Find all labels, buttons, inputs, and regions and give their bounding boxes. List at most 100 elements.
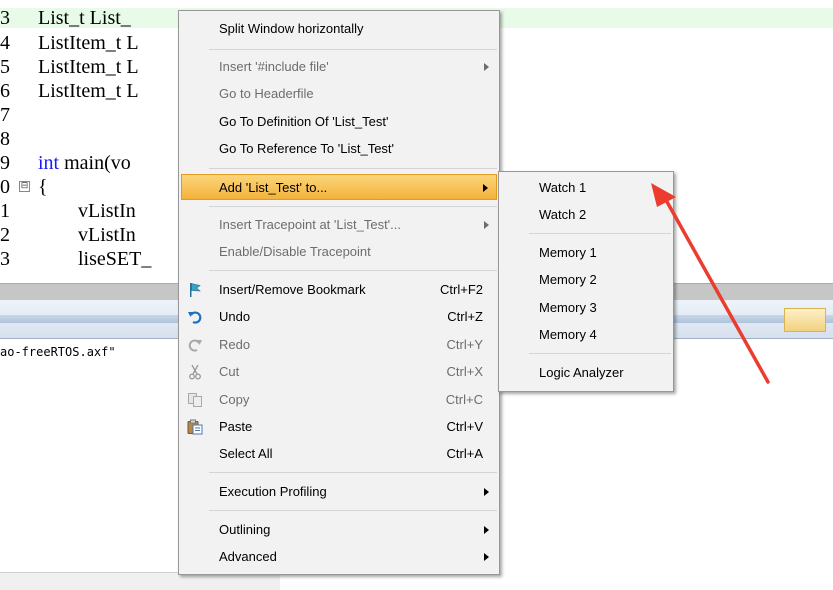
menu-item-shortcut: Ctrl+V xyxy=(446,419,483,434)
line-number: 2 xyxy=(0,224,10,246)
code-text: List_t List_ xyxy=(38,7,131,29)
menu-item-label: Redo xyxy=(219,337,251,352)
submenu-arrow-icon xyxy=(484,221,489,229)
menu-separator xyxy=(529,353,671,354)
menu-item-outlining[interactable]: Outlining xyxy=(181,517,497,543)
bookmark-flag-icon xyxy=(190,283,201,297)
menu-item-label: Watch 2 xyxy=(539,207,587,222)
menu-item-copy[interactable]: Copy Ctrl+C xyxy=(181,387,497,413)
menu-item-paste[interactable]: Paste Ctrl+V xyxy=(181,414,497,440)
menu-item-bookmark[interactable]: Insert/Remove Bookmark Ctrl+F2 xyxy=(181,277,497,303)
menu-item-split-window[interactable]: Split Window horizontally xyxy=(181,16,497,42)
code-text: int main(vo xyxy=(38,153,131,173)
menu-separator xyxy=(529,233,671,234)
menu-item-add-to[interactable]: Add 'List_Test' to... xyxy=(181,174,497,200)
menu-item-cut[interactable]: Cut Ctrl+X xyxy=(181,359,497,385)
menu-item-execution-profiling[interactable]: Execution Profiling xyxy=(181,479,497,505)
line-number: 9 xyxy=(0,152,10,174)
code-text: ListItem_t L xyxy=(38,32,139,54)
clipboard-paste-icon xyxy=(187,419,203,435)
output-text: ao-freeRTOS.axf" xyxy=(0,345,116,359)
menu-item-label: Logic Analyzer xyxy=(539,365,624,380)
menu-separator xyxy=(209,168,497,169)
menu-separator xyxy=(209,472,497,473)
menu-item-select-all[interactable]: Select All Ctrl+A xyxy=(181,441,497,467)
menu-item-label: Watch 1 xyxy=(539,180,587,195)
menu-separator xyxy=(209,206,497,207)
menu-item-goto-headerfile[interactable]: Go to Headerfile xyxy=(181,81,497,107)
menu-item-label: Insert '#include file' xyxy=(219,59,329,74)
menu-item-label: Memory 4 xyxy=(539,327,597,342)
menu-item-label: Memory 1 xyxy=(539,245,597,260)
menu-item-shortcut: Ctrl+Z xyxy=(447,309,483,324)
menu-item-goto-reference[interactable]: Go To Reference To 'List_Test' xyxy=(181,136,497,162)
menu-item-redo[interactable]: Redo Ctrl+Y xyxy=(181,332,497,358)
menu-item-label: Outlining xyxy=(219,522,271,537)
editor-context-menu: Split Window horizontally Insert '#inclu… xyxy=(178,10,500,575)
panel-tab-marker[interactable] xyxy=(784,308,826,332)
menu-item-label: Cut xyxy=(219,364,240,379)
keyword-int: int xyxy=(38,152,60,174)
menu-item-shortcut: Ctrl+F2 xyxy=(440,282,483,297)
menu-item-label: Insert/Remove Bookmark xyxy=(219,282,366,297)
menu-item-label: Add 'List_Test' to... xyxy=(219,180,328,195)
submenu-item-memory-1[interactable]: Memory 1 xyxy=(501,240,671,266)
menu-item-label: Memory 2 xyxy=(539,272,597,287)
submenu-arrow-icon xyxy=(484,526,489,534)
submenu-item-memory-2[interactable]: Memory 2 xyxy=(501,267,671,293)
menu-item-undo[interactable]: Undo Ctrl+Z xyxy=(181,304,497,330)
submenu-arrow-icon xyxy=(484,553,489,561)
menu-item-label: Execution Profiling xyxy=(219,484,327,499)
menu-item-advanced[interactable]: Advanced xyxy=(181,544,497,570)
line-number: 4 xyxy=(0,32,10,54)
submenu-item-memory-3[interactable]: Memory 3 xyxy=(501,295,671,321)
menu-separator xyxy=(209,49,497,50)
menu-item-insert-include[interactable]: Insert '#include file' xyxy=(181,54,497,80)
submenu-item-memory-4[interactable]: Memory 4 xyxy=(501,322,671,348)
code-text: vListIn xyxy=(38,224,136,246)
undo-icon xyxy=(188,311,202,324)
menu-item-shortcut: Ctrl+X xyxy=(446,364,483,379)
menu-item-label: Insert Tracepoint at 'List_Test'... xyxy=(219,217,401,232)
code-text: vListIn xyxy=(38,200,136,222)
line-number: 0 xyxy=(0,176,10,198)
line-number: 6 xyxy=(0,80,10,102)
scissors-icon xyxy=(189,364,201,380)
copy-icon xyxy=(188,393,202,407)
line-number: 5 xyxy=(0,56,10,78)
menu-item-label: Copy xyxy=(219,392,250,407)
menu-item-label: Split Window horizontally xyxy=(219,21,364,36)
menu-item-label: Enable/Disable Tracepoint xyxy=(219,244,371,259)
submenu-arrow-icon xyxy=(483,184,488,192)
menu-item-label: Paste xyxy=(219,419,253,434)
submenu-arrow-icon xyxy=(484,63,489,71)
code-text: ListItem_t L xyxy=(38,80,139,102)
line-number: 7 xyxy=(0,104,10,126)
code-text: { xyxy=(38,176,48,198)
line-number: 3 xyxy=(0,7,10,29)
submenu-item-watch-2[interactable]: Watch 2 xyxy=(501,202,671,228)
menu-item-shortcut: Ctrl+A xyxy=(446,446,483,461)
menu-item-goto-definition[interactable]: Go To Definition Of 'List_Test' xyxy=(181,109,497,135)
fold-collapse-icon[interactable]: ⊟ xyxy=(19,181,30,192)
line-number: 1 xyxy=(0,200,10,222)
menu-item-label: Memory 3 xyxy=(539,300,597,315)
submenu-item-logic-analyzer[interactable]: Logic Analyzer xyxy=(501,360,671,386)
menu-item-label: Go To Reference To 'List_Test' xyxy=(219,141,395,156)
menu-item-label: Undo xyxy=(219,309,251,324)
submenu-arrow-icon xyxy=(484,488,489,496)
menu-item-toggle-tracepoint[interactable]: Enable/Disable Tracepoint xyxy=(181,239,497,265)
submenu-item-watch-1[interactable]: Watch 1 xyxy=(501,175,671,201)
menu-item-label: Select All xyxy=(219,446,273,461)
menu-separator xyxy=(209,510,497,511)
code-text-rest: main(vo xyxy=(59,152,131,174)
menu-item-insert-tracepoint[interactable]: Insert Tracepoint at 'List_Test'... xyxy=(181,212,497,238)
menu-item-label: Go to Headerfile xyxy=(219,86,314,101)
redo-icon xyxy=(188,339,202,352)
code-text: ListItem_t L xyxy=(38,56,139,78)
line-number: 3 xyxy=(0,248,10,270)
menu-item-shortcut: Ctrl+Y xyxy=(446,337,483,352)
menu-item-shortcut: Ctrl+C xyxy=(445,392,483,407)
code-text: liseSET_ xyxy=(38,248,152,270)
add-to-submenu: Watch 1 Watch 2 Memory 1 Memory 2 Memory… xyxy=(498,171,674,392)
